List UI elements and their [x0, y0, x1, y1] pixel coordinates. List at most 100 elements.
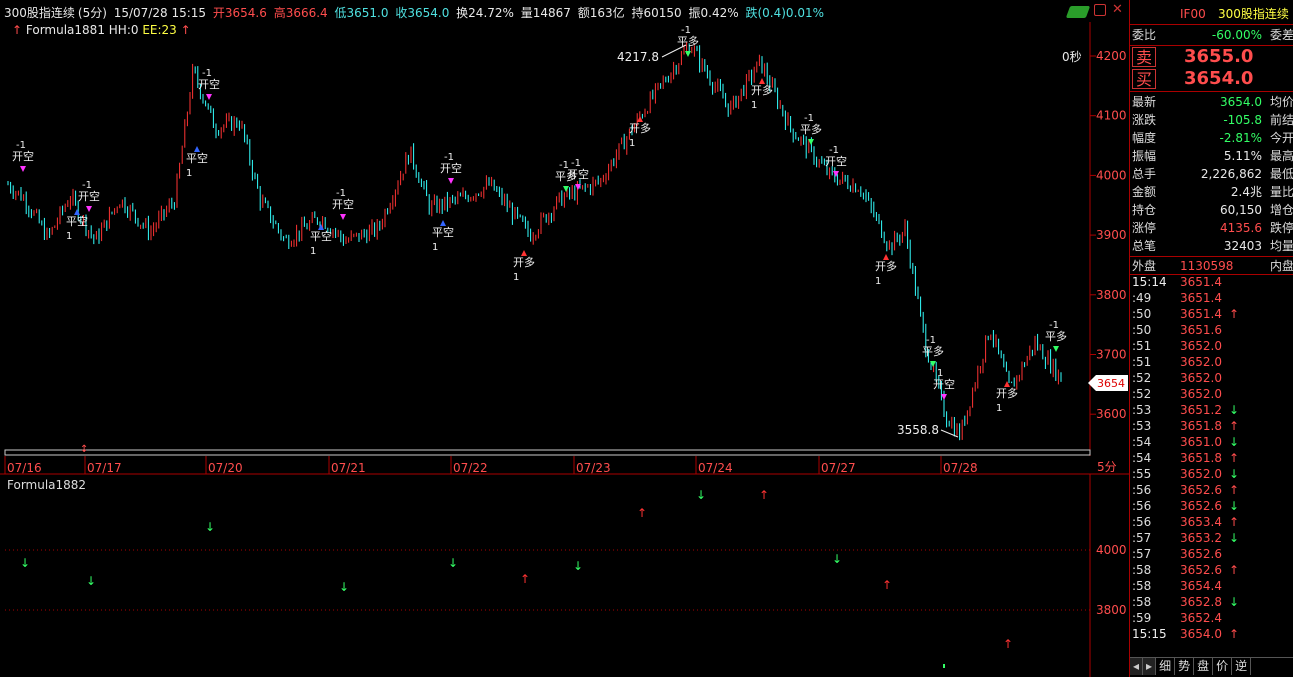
tick-row: 15:15 3654.0 ↑	[1130, 626, 1293, 642]
tick-time: :51	[1132, 339, 1152, 353]
signal-qty: -1	[82, 180, 92, 191]
signal-qty: -1	[202, 68, 212, 79]
stat-value: -105.8	[1223, 113, 1262, 127]
tick-price: 3652.8	[1180, 595, 1222, 609]
low-mark: 3558.8	[897, 423, 939, 437]
quote-panel: IF00 300股指连续 委比 -60.00% 委差 卖 3655.0 买 36…	[1129, 0, 1293, 677]
signal-qty: 1	[310, 246, 316, 257]
tick-row: :52 3652.0	[1130, 386, 1293, 402]
tab-next-icon[interactable]: ▸	[1143, 658, 1157, 675]
signal-label: 平多	[1045, 329, 1067, 343]
tick-price: 3654.4	[1180, 579, 1222, 593]
tick-price: 3652.4	[1180, 611, 1222, 625]
arrow-down-icon: ↓	[339, 580, 349, 594]
scroll-marker-icon: ↕	[80, 444, 88, 455]
arrow-down-icon: ↓	[205, 520, 215, 534]
tick-row: :56 3652.6 ↑	[1130, 482, 1293, 498]
tick-direction: ↑	[1228, 419, 1240, 433]
stat-row: 金额 2.4兆 量比	[1130, 183, 1293, 201]
panel-tab[interactable]: 细	[1156, 658, 1176, 675]
tick-time: :52	[1132, 371, 1152, 385]
period-indicator: 5分	[1097, 460, 1117, 474]
stat-right-label: 增仓	[1270, 203, 1293, 217]
arrow-down-icon	[340, 214, 346, 220]
stat-row: 最新 3654.0 均价	[1130, 93, 1293, 111]
sub-axis-label: 4000	[1096, 543, 1127, 557]
tick-row: :50 3651.6	[1130, 322, 1293, 338]
signal-qty: 1	[629, 138, 635, 149]
inner-label: 内盘	[1270, 259, 1293, 273]
tick-row: :57 3652.6	[1130, 546, 1293, 562]
tick-price: 3651.4	[1180, 275, 1222, 289]
date-label: 07/16	[7, 461, 42, 475]
tick-row: :55 3652.0 ↓	[1130, 466, 1293, 482]
signal-label: 平多	[800, 122, 822, 136]
tick-direction: ↓	[1228, 435, 1240, 449]
tick-time: :58	[1132, 579, 1152, 593]
panel-tabs: ◂ ▸ 细势盘价逆	[1130, 657, 1293, 675]
signal-label: 开多	[513, 255, 535, 269]
tick-time: :49	[1132, 291, 1152, 305]
tick-row: :51 3652.0	[1130, 338, 1293, 354]
price-chart[interactable]: 4200410040003900380037003600 07/16 07/17 0…	[0, 0, 1129, 677]
arrow-down-icon	[86, 206, 92, 212]
stat-right-label: 量比	[1270, 185, 1293, 199]
tab-prev-icon[interactable]: ◂	[1130, 658, 1144, 675]
tick-direction: ↓	[1228, 531, 1240, 545]
stat-right-label: 最低	[1270, 167, 1293, 181]
tick-row: :49 3651.4	[1130, 290, 1293, 306]
arrow-down-icon: ↓	[20, 556, 30, 570]
stat-row: 幅度 -2.81% 今开	[1130, 129, 1293, 147]
tick-time: :56	[1132, 483, 1152, 497]
signal-qty: 1	[875, 276, 881, 287]
tick-time: :54	[1132, 451, 1152, 465]
tick-direction: ↑	[1228, 515, 1240, 529]
signal-label: 平空	[66, 214, 88, 228]
stat-right-label: 均量	[1270, 239, 1293, 253]
tick-time: :57	[1132, 547, 1152, 561]
tick-direction: ↑	[1228, 307, 1240, 321]
signal-qty: 1	[751, 100, 757, 111]
date-label: 07/21	[331, 461, 366, 475]
signal-qty: -1	[829, 145, 839, 156]
tick-price: 3651.8	[1180, 419, 1222, 433]
tick-time: :55	[1132, 467, 1152, 481]
buy-row: 买 3654.0	[1130, 68, 1293, 90]
signal-qty: -1	[16, 140, 26, 151]
symbol-code: IF00	[1180, 7, 1206, 21]
stat-label: 持仓	[1132, 203, 1157, 217]
tick-row: :58 3652.6 ↑	[1130, 562, 1293, 578]
stat-label: 振幅	[1132, 149, 1157, 163]
panel-tab[interactable]: 势	[1175, 658, 1195, 675]
tick-price: 3652.6	[1180, 499, 1222, 513]
signal-qty: 1	[66, 231, 72, 242]
signal-qty: 1	[186, 168, 192, 179]
signal-label: 开空	[567, 167, 589, 181]
stat-row: 持仓 60,150 增仓	[1130, 201, 1293, 219]
panel-tab[interactable]: 盘	[1194, 658, 1214, 675]
weibi-value: -60.00%	[1211, 28, 1262, 42]
tick-direction: ↑	[1228, 483, 1240, 497]
stat-label: 最新	[1132, 95, 1157, 109]
panel-tab[interactable]: 逆	[1232, 658, 1252, 675]
tick-direction: ↓	[1228, 595, 1240, 609]
signal-qty: -1	[336, 188, 346, 199]
stat-label: 涨停	[1132, 221, 1157, 235]
tick-row: 15:14 3651.4	[1130, 274, 1293, 290]
low-mark-line	[940, 429, 959, 438]
panel-tab[interactable]: 价	[1213, 658, 1233, 675]
tick-price: 3653.4	[1180, 515, 1222, 529]
arrow-down-icon	[685, 51, 691, 57]
scroll-bar[interactable]	[4, 449, 1091, 456]
stat-value: 5.11%	[1223, 149, 1262, 163]
weibi-row: 委比 -60.00% 委差	[1130, 26, 1293, 44]
tick-row: :53 3651.2 ↓	[1130, 402, 1293, 418]
signal-qty: 1	[513, 272, 519, 283]
tick-price: 3651.0	[1180, 435, 1222, 449]
tick-row: :59 3652.4	[1130, 610, 1293, 626]
signal-label: 开空	[332, 197, 354, 211]
arrow-up-icon	[194, 146, 200, 152]
stat-right-label: 今开	[1270, 131, 1293, 145]
axis-label: 4100	[1096, 109, 1127, 123]
stat-right-label: 最高	[1270, 149, 1293, 163]
